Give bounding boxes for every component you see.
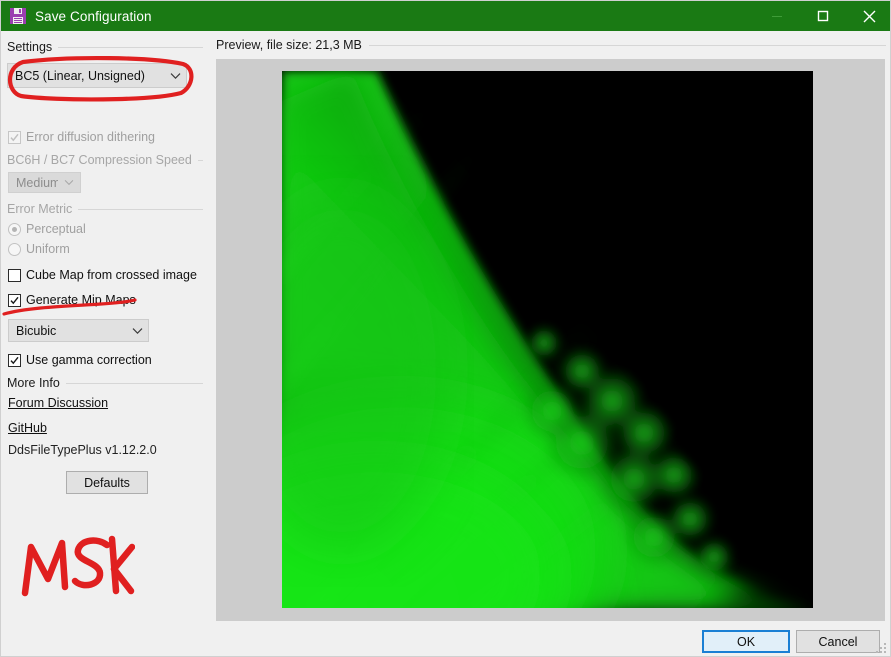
chevron-down-icon [58, 179, 80, 186]
ok-button[interactable]: OK [702, 630, 790, 653]
cube-map-checkbox[interactable]: Cube Map from crossed image [8, 268, 197, 282]
compression-speed-value: Medium [16, 176, 58, 190]
more-info-label: More Info [7, 376, 66, 390]
mip-filter-combobox[interactable]: Bicubic [8, 319, 149, 342]
cancel-button[interactable]: Cancel [796, 630, 880, 653]
close-button[interactable] [846, 1, 891, 31]
use-gamma-correction-label: Use gamma correction [26, 353, 152, 367]
mip-filter-value: Bicubic [16, 324, 126, 338]
compression-speed-rule [198, 160, 203, 161]
title-bar: Save Configuration [1, 1, 891, 31]
chevron-down-icon [164, 72, 186, 80]
preview-image [282, 71, 813, 608]
generate-mip-maps-checkbox[interactable]: Generate Mip Maps [8, 293, 136, 307]
format-combobox[interactable]: BC5 (Linear, Unsigned) [7, 63, 187, 88]
cube-map-label: Cube Map from crossed image [26, 268, 197, 282]
compression-speed-group-header: BC6H / BC7 Compression Speed [7, 152, 203, 168]
minimize-button[interactable] [754, 1, 800, 31]
generate-mip-maps-label: Generate Mip Maps [26, 293, 136, 307]
window-title: Save Configuration [35, 9, 754, 24]
version-text: DdsFileTypePlus v1.12.2.0 [8, 443, 157, 457]
checkbox-glyph [8, 354, 21, 367]
maximize-button[interactable] [800, 1, 846, 31]
forum-discussion-link[interactable]: Forum Discussion [8, 396, 108, 410]
save-configuration-dialog: Save Configuration Settings BC5 (Linear,… [0, 0, 891, 657]
preview-header-label: Preview, file size: 21,3 MB [216, 38, 362, 52]
more-info-rule [66, 383, 203, 384]
error-metric-rule [78, 209, 203, 210]
preview-header: Preview, file size: 21,3 MB [216, 37, 886, 53]
floppy-disk-save-icon [9, 7, 27, 25]
checkbox-glyph [8, 269, 21, 282]
error-metric-radio-uniform: Uniform [8, 242, 70, 256]
handwritten-signature-msk [15, 521, 135, 616]
error-metric-perceptual-label: Perceptual [26, 222, 86, 236]
chevron-down-icon [126, 327, 148, 335]
error-metric-group-header: Error Metric [7, 201, 203, 217]
compression-speed-group-header-spacer [7, 122, 203, 138]
defaults-button[interactable]: Defaults [66, 471, 148, 494]
error-metric-label: Error Metric [7, 202, 78, 216]
preview-header-rule [369, 45, 886, 46]
more-info-group-header: More Info [7, 375, 203, 391]
error-metric-uniform-label: Uniform [26, 242, 70, 256]
compression-speed-combobox: Medium [8, 172, 81, 193]
settings-group-header: Settings [7, 39, 203, 55]
preview-pane [216, 59, 885, 621]
settings-group-label: Settings [7, 40, 58, 54]
settings-panel: Settings BC5 (Linear, Unsigned) Error di… [1, 31, 209, 657]
error-metric-radio-perceptual: Perceptual [8, 222, 86, 236]
github-link[interactable]: GitHub [8, 421, 47, 435]
radio-glyph [8, 243, 21, 256]
format-combobox-value: BC5 (Linear, Unsigned) [15, 69, 164, 83]
checkbox-glyph [8, 294, 21, 307]
use-gamma-correction-checkbox[interactable]: Use gamma correction [8, 353, 152, 367]
radio-glyph [8, 223, 21, 236]
resize-grip[interactable] [875, 641, 887, 653]
compression-speed-label: BC6H / BC7 Compression Speed [7, 153, 198, 167]
settings-group-rule [58, 47, 203, 48]
